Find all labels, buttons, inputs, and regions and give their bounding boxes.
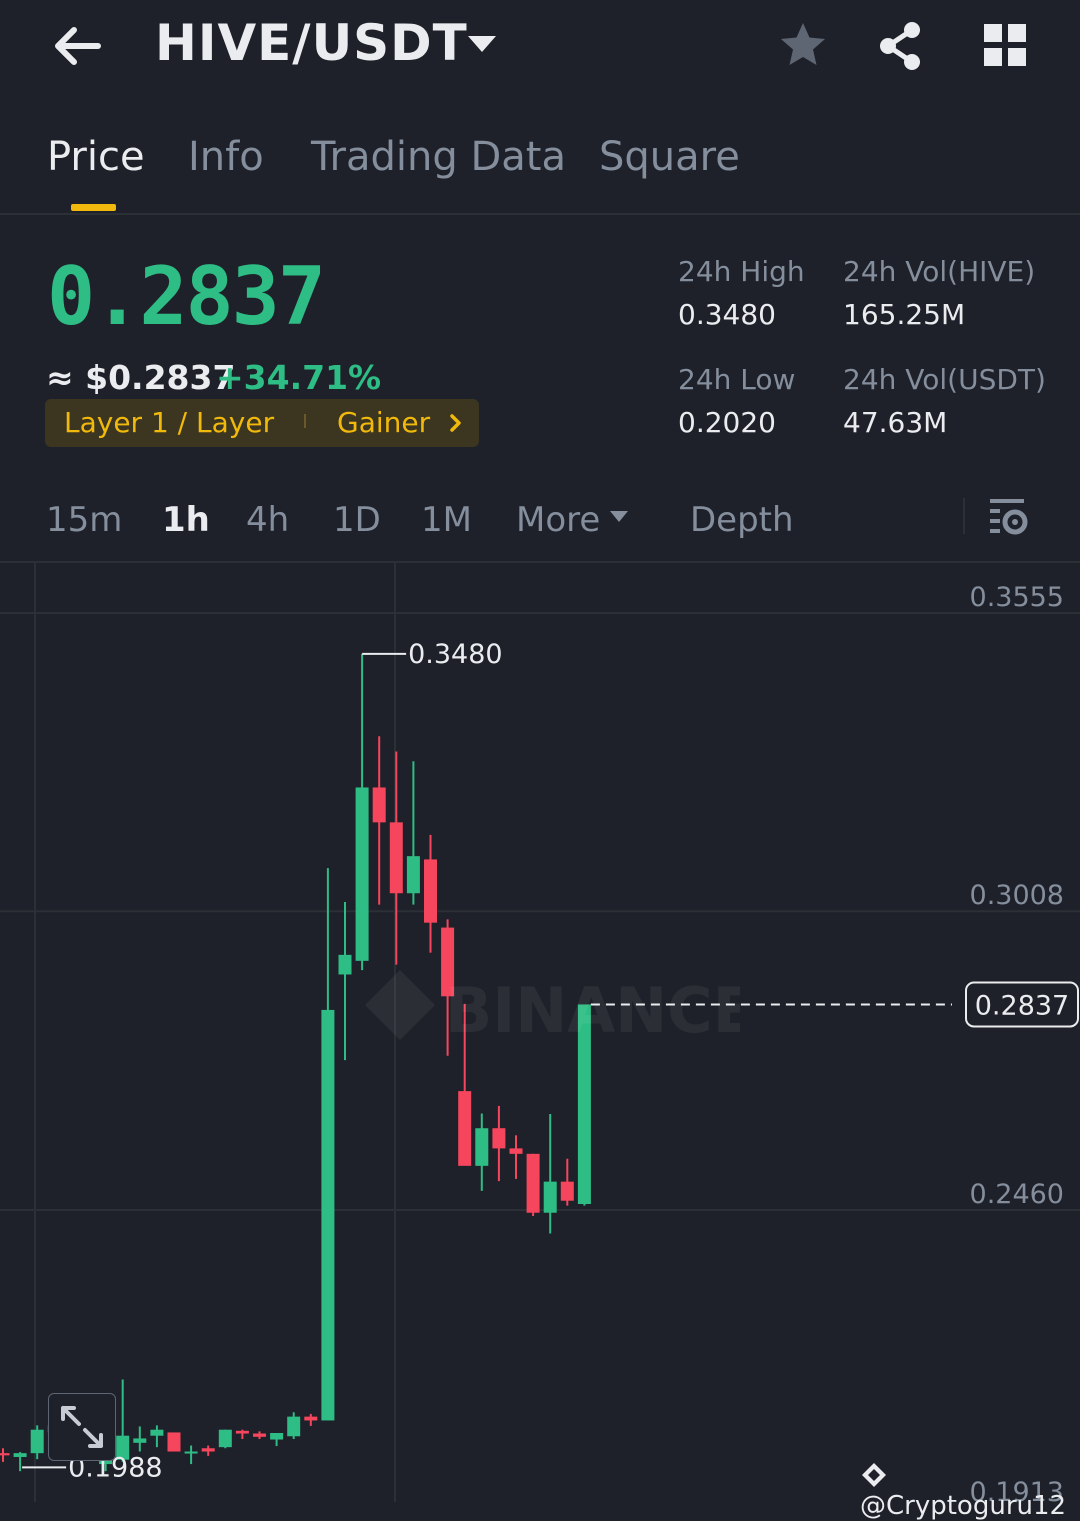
candle-body <box>321 1009 335 1421</box>
divider <box>0 213 1080 215</box>
depth-tab[interactable]: Depth <box>690 500 794 540</box>
candle-body <box>253 1433 266 1437</box>
candle-body <box>201 1448 215 1452</box>
candle-body <box>167 1432 181 1452</box>
chevron-down-icon[interactable] <box>468 36 496 52</box>
tab-square[interactable]: Square <box>599 134 740 180</box>
y-tick-label: 0.3555 <box>970 582 1064 613</box>
y-tick-label: 0.3008 <box>970 880 1064 911</box>
gainer-tag[interactable]: Gainer <box>337 406 430 439</box>
volume-base-label: 24h Vol(HIVE) <box>843 255 1036 288</box>
star-icon[interactable] <box>778 20 828 70</box>
chart-settings-icon[interactable] <box>988 496 1030 538</box>
fullscreen-icon[interactable] <box>48 1393 116 1461</box>
watermark-text: BINANCE <box>445 974 740 1047</box>
candle-body <box>355 787 369 961</box>
candle-body <box>475 1128 489 1166</box>
divider <box>963 498 965 534</box>
candle-body <box>270 1432 284 1440</box>
usd-price: ≈ $0.2837 <box>46 358 236 397</box>
candle-body <box>0 1453 10 1456</box>
binance-logo-icon <box>862 1463 886 1487</box>
credit-text: @Cryptoguru12 <box>860 1491 1067 1521</box>
candle-body <box>133 1438 147 1443</box>
category-tag[interactable]: Layer 1 / Layer <box>64 406 274 439</box>
chevron-right-icon[interactable] <box>446 411 466 435</box>
caret-down-icon[interactable] <box>610 511 628 522</box>
candle-body <box>458 1091 472 1166</box>
volume-quote-label: 24h Vol(USDT) <box>843 363 1046 396</box>
binance-watermark: BINANCE <box>365 970 740 1047</box>
volume-quote-value: 47.63M <box>843 406 948 439</box>
pair-title[interactable]: HIVE/USDT <box>155 14 468 72</box>
candle-body <box>389 822 403 894</box>
candle-body <box>509 1148 523 1154</box>
watermark-credit: @Cryptoguru12 <box>860 1461 1080 1521</box>
tab-info[interactable]: Info <box>188 134 264 180</box>
low-value: 0.2020 <box>678 406 776 439</box>
candle-body <box>184 1451 198 1454</box>
candle-body <box>526 1153 540 1213</box>
low-label: 24h Low <box>678 363 796 396</box>
candle-body <box>424 859 437 923</box>
y-tick-label: 0.2460 <box>970 1179 1064 1210</box>
grid-icon[interactable] <box>984 24 1026 66</box>
candle-body <box>304 1416 318 1421</box>
candle-body <box>30 1429 44 1454</box>
active-tab-indicator <box>71 204 116 211</box>
last-price-badge-label: 0.2837 <box>975 990 1069 1021</box>
tag-separator <box>304 414 306 428</box>
interval-more[interactable]: More <box>516 500 600 540</box>
tab-price[interactable]: Price <box>47 134 145 180</box>
high-label: 24h High <box>678 255 805 288</box>
back-arrow-icon[interactable] <box>48 18 104 74</box>
high-marker-label: 0.3480 <box>408 639 502 670</box>
high-value: 0.3480 <box>678 298 776 331</box>
candle-body <box>492 1128 506 1149</box>
last-price: 0.2837 <box>47 250 326 343</box>
candle-body <box>13 1453 27 1457</box>
candle-body <box>406 856 420 894</box>
change-percent: +34.71% <box>216 358 382 397</box>
candle-body <box>543 1181 557 1213</box>
candle-body <box>235 1430 249 1434</box>
candle-body <box>150 1429 164 1436</box>
candle-body <box>560 1181 574 1201</box>
interval-1d[interactable]: 1D <box>333 500 381 540</box>
candle-body <box>287 1416 301 1437</box>
tab-trading-data[interactable]: Trading Data <box>311 134 566 180</box>
interval-15m[interactable]: 15m <box>46 500 122 540</box>
candle-body <box>338 954 352 975</box>
candle-body <box>218 1429 232 1448</box>
interval-4h[interactable]: 4h <box>246 500 289 540</box>
interval-1h[interactable]: 1h <box>162 500 210 540</box>
candle-body <box>372 787 386 823</box>
interval-1m[interactable]: 1M <box>421 500 472 540</box>
volume-base-value: 165.25M <box>843 298 966 331</box>
share-icon[interactable] <box>876 20 924 72</box>
